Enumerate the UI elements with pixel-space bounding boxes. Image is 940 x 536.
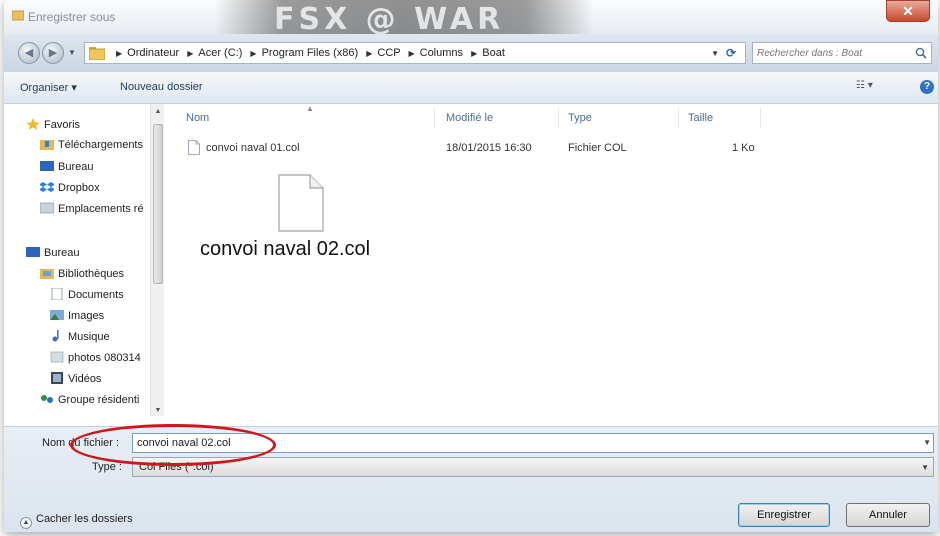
address-bar[interactable]: ▶ Ordinateur ▶ Acer (C:) ▶ Program Files (x… <box>84 42 746 64</box>
column-header-type[interactable]: Type <box>568 112 592 124</box>
save-as-dialog: Enregistrer sous FSX @ WAR ✕ ◀ ▶ ▼ ▶ Ordi… <box>4 0 938 532</box>
navigation-scrollbar[interactable]: ▲ ▼ <box>150 104 164 416</box>
address-row: ◀ ▶ ▼ ▶ Ordinateur ▶ Acer (C:) ▶ Program Fi… <box>4 34 938 72</box>
search-icon <box>915 47 927 59</box>
window-title: Enregistrer sous <box>28 10 116 24</box>
dropbox-icon <box>40 182 54 192</box>
homegroup-icon <box>41 395 53 403</box>
images-icon <box>50 310 64 320</box>
navigation-pane: Favoris Téléchargements Bureau Dropbox E… <box>4 104 164 426</box>
desktop-icon <box>40 161 54 171</box>
scrollbar-thumb[interactable] <box>153 124 163 284</box>
nav-item-documents[interactable]: Documents <box>50 288 124 306</box>
recent-places-icon <box>40 202 54 214</box>
file-name-label: Nom du fichier : <box>42 437 120 449</box>
file-modified: 18/01/2015 16:30 <box>446 142 532 154</box>
column-divider[interactable] <box>760 108 761 128</box>
nav-item-desktop[interactable]: Bureau <box>40 160 93 178</box>
search-input[interactable] <box>757 45 907 61</box>
file-type-dropdown-icon[interactable]: ▼ <box>921 463 929 472</box>
photos-icon <box>50 351 64 363</box>
column-header-size[interactable]: Taille <box>688 112 713 124</box>
file-type-label: Type : <box>92 461 122 473</box>
breadcrumb-item[interactable]: CCP <box>377 47 400 59</box>
file-size: 1 Ko <box>732 142 755 154</box>
nav-item-recent-places[interactable]: Emplacements ré <box>40 202 144 220</box>
hide-folders-toggle[interactable]: ▲ Cacher les dossiers <box>20 513 133 529</box>
nav-item-videos[interactable]: Vidéos <box>50 372 101 390</box>
desktop-icon <box>26 247 40 257</box>
nav-item-images[interactable]: Images <box>50 309 104 327</box>
scroll-up-icon[interactable]: ▲ <box>153 108 163 115</box>
sort-ascending-icon: ▲ <box>306 104 314 113</box>
new-folder-button[interactable]: Nouveau dossier <box>120 81 203 93</box>
libraries-icon <box>40 269 54 279</box>
save-button[interactable]: Enregistrer <box>738 503 830 527</box>
column-divider[interactable] <box>678 108 679 128</box>
column-header-name[interactable]: Nom <box>186 112 209 124</box>
folder-icon <box>89 47 105 60</box>
scroll-down-icon[interactable]: ▼ <box>153 407 163 414</box>
chevron-up-icon: ▲ <box>20 517 32 529</box>
save-form: Nom du fichier : ▼ Type : Col Files (*.c… <box>4 426 938 532</box>
back-button[interactable]: ◀ <box>18 42 40 64</box>
drag-preview-label: convoi naval 02.col <box>200 238 371 260</box>
videos-icon <box>51 372 63 384</box>
refresh-button[interactable]: ⟳ <box>718 42 744 64</box>
history-dropdown-icon[interactable]: ▼ <box>68 48 76 57</box>
file-type-select[interactable]: Col Files (*.col) ▼ <box>132 457 934 477</box>
breadcrumb-item[interactable]: Boat <box>482 47 505 59</box>
banner-text: FSX @ WAR <box>274 2 505 37</box>
breadcrumb-item[interactable]: Program Files (x86) <box>262 47 359 59</box>
command-toolbar: Organiser ▾ Nouveau dossier ☷ ▾ ? <box>4 72 938 104</box>
music-icon <box>52 330 59 342</box>
breadcrumb-item[interactable]: Columns <box>420 47 463 59</box>
nav-item-homegroup[interactable]: Groupe résidenti <box>40 393 139 411</box>
file-type-value: Col Files (*.col) <box>139 461 214 473</box>
breadcrumb: ▶ Ordinateur ▶ Acer (C:) ▶ Program Files (x… <box>116 47 505 59</box>
close-button[interactable]: ✕ <box>886 0 930 22</box>
downloads-folder-icon <box>40 140 54 150</box>
nav-item-libraries[interactable]: Bibliothèques <box>40 267 124 285</box>
documents-icon <box>51 288 63 300</box>
file-row[interactable]: convoi naval 01.col 18/01/2015 16:30 Fic… <box>186 138 766 158</box>
views-button[interactable]: ☷ ▾ <box>856 80 886 96</box>
title-banner: FSX @ WAR <box>214 0 594 37</box>
file-name-field[interactable]: ▼ <box>132 433 934 453</box>
nav-item-favorites[interactable]: Favoris <box>26 118 80 136</box>
column-header-modified[interactable]: Modifié le <box>446 112 493 124</box>
file-icon <box>188 140 200 155</box>
organise-menu-button[interactable]: Organiser ▾ <box>20 81 77 94</box>
column-divider[interactable] <box>434 108 435 128</box>
nav-item-desktop-root[interactable]: Bureau <box>26 246 79 264</box>
nav-item-downloads[interactable]: Téléchargements <box>40 138 143 156</box>
help-icon[interactable]: ? <box>920 80 934 94</box>
title-bar: Enregistrer sous FSX @ WAR ✕ <box>4 0 938 37</box>
file-name-dropdown-icon[interactable]: ▼ <box>923 438 931 447</box>
file-type: Fichier COL <box>568 142 627 154</box>
folder-icon <box>12 10 24 21</box>
file-name: convoi naval 01.col <box>206 142 300 154</box>
star-icon <box>26 118 40 130</box>
cancel-button[interactable]: Annuler <box>846 503 930 527</box>
file-name-input[interactable] <box>133 434 893 452</box>
column-divider[interactable] <box>558 108 559 128</box>
nav-item-photos[interactable]: photos 080314 <box>50 351 141 369</box>
search-box[interactable] <box>752 42 932 64</box>
forward-button[interactable]: ▶ <box>42 42 64 64</box>
nav-item-dropbox[interactable]: Dropbox <box>40 181 100 199</box>
file-icon <box>278 174 324 232</box>
breadcrumb-item[interactable]: Ordinateur <box>127 47 179 59</box>
file-list: ▲ Nom Modifié le Type Taille convoi nava… <box>166 104 938 426</box>
nav-item-music[interactable]: Musique <box>50 330 110 348</box>
breadcrumb-item[interactable]: Acer (C:) <box>198 47 242 59</box>
